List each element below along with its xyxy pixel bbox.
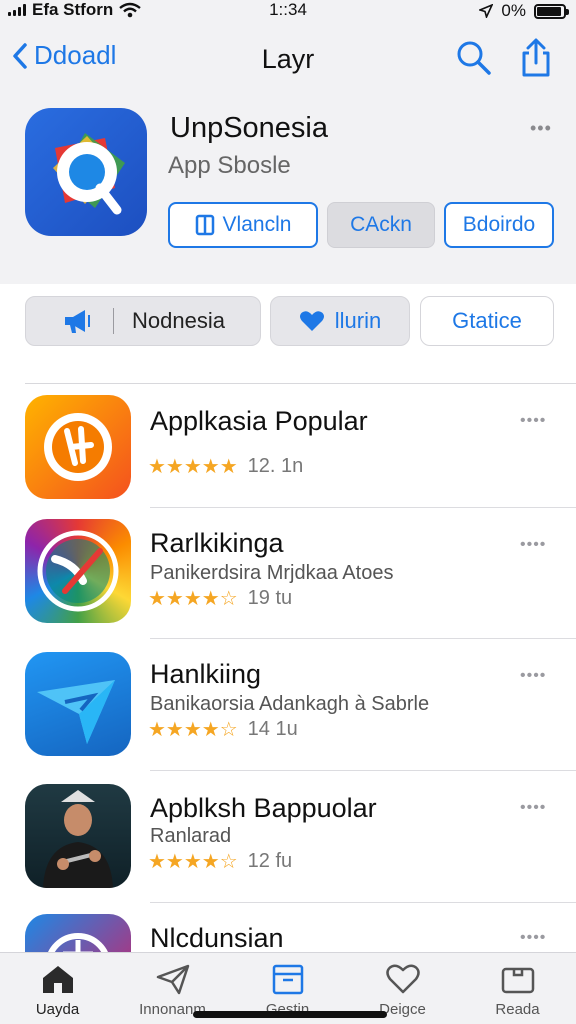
row-divider (150, 638, 576, 639)
nav-bar: Ddoadl Layr (0, 22, 576, 100)
app-icon-1 (25, 395, 131, 499)
hero-action-label-1: Vlancln (222, 213, 292, 236)
app-icon-3 (25, 652, 131, 756)
rating-count: 12. 1n (247, 455, 304, 477)
app-logo-graphic (53, 133, 125, 215)
app-rating: ★★★★☆ 19 tu (148, 586, 292, 611)
app-row-5[interactable]: Nlcdunsian •••• (0, 911, 576, 952)
chip-gtatice[interactable]: Gtatice (420, 296, 554, 346)
rating-count: 19 tu (247, 587, 293, 609)
hero-subtitle: App Sbosle (168, 152, 291, 179)
battery-icon (534, 3, 569, 19)
hero-action-button-3[interactable]: Bdoirdo (444, 202, 554, 248)
house-icon (42, 966, 73, 993)
star-rating-icon: ★★★★☆ (148, 588, 238, 610)
tab-reada[interactable]: Reada (460, 953, 575, 1024)
hero-action-label-2: CAckn (350, 213, 412, 236)
app-row-1[interactable]: Applkasia Popular ★★★★★ 12. 1n •••• (0, 392, 576, 522)
hero-action-button-1[interactable]: Vlancln (168, 202, 318, 248)
app-name: Nlcdunsian (150, 923, 284, 952)
battery-percent: 0% (501, 1, 526, 20)
chip-separator (113, 308, 115, 334)
more-options-icon[interactable]: •••• (520, 536, 546, 554)
hero-app-icon[interactable] (25, 108, 147, 236)
hero-action-label-3: Bdoirdo (462, 213, 536, 236)
app-icon-4-person-photo (25, 784, 131, 888)
status-bar: Efa Stforn 1::34 0% (0, 0, 576, 22)
app-row-3[interactable]: Hanlkiing Banikaorsia Adankagh à Sabrle … (0, 647, 576, 777)
heart-icon (299, 311, 324, 331)
location-arrow-icon (479, 4, 494, 18)
chip-label-llurin: llurin (334, 308, 382, 333)
star-rating-icon: ★★★★☆ (148, 851, 238, 873)
archive-box-icon (272, 964, 303, 995)
hero-action-button-2[interactable]: CAckn (327, 202, 435, 248)
chip-label-gtatice: Gtatice (452, 308, 522, 333)
folder-icon (501, 967, 534, 994)
paper-plane-icon (156, 964, 189, 995)
app-row-4[interactable]: Apblksh Bappuolar Ranlarad ★★★★☆ 12 fu •… (0, 779, 576, 909)
tab-home[interactable]: Uayda (0, 953, 115, 1024)
star-rating-icon: ★★★★★ (148, 456, 238, 478)
tab-label: Uayda (35, 1001, 80, 1018)
row-divider (150, 770, 576, 771)
app-description: Panikerdsira Mrjdkaa Atoes (150, 562, 394, 584)
app-row-2[interactable]: Rarlkikinga Panikerdsira Mrjdkaa Atoes ★… (0, 516, 576, 646)
section-divider (25, 383, 576, 384)
app-rating: ★★★★★ 12. 1n (148, 454, 303, 479)
rating-count: 14 1u (247, 718, 298, 740)
row-divider (150, 507, 576, 508)
heart-outline-icon (385, 964, 420, 994)
app-description: Ranlarad (150, 825, 232, 847)
more-options-icon[interactable]: •••• (520, 929, 546, 947)
search-button[interactable] (456, 40, 492, 81)
chip-label-nodnesia: Nodnesia (132, 308, 225, 333)
chip-nodnesia[interactable]: Nodnesia (25, 296, 261, 346)
rating-count: 12 fu (247, 850, 293, 872)
app-description: Banikaorsia Adankagh à Sabrle (150, 693, 430, 715)
more-options-icon[interactable]: •••• (520, 667, 546, 685)
app-name: Hanlkiing (150, 659, 262, 689)
more-options-icon[interactable]: •••• (520, 412, 546, 430)
hero-title: UnpSonesia (170, 112, 328, 144)
share-icon (522, 38, 550, 77)
home-indicator (193, 1011, 387, 1018)
chip-llurin[interactable]: llurin (270, 296, 410, 346)
app-icon-2 (25, 519, 131, 623)
book-icon (195, 214, 214, 236)
more-options-icon[interactable]: ••• (530, 118, 552, 139)
search-icon (457, 41, 491, 75)
star-rating-icon: ★★★★☆ (148, 719, 238, 741)
share-button[interactable] (520, 38, 552, 83)
megaphone-icon (65, 310, 91, 333)
row-divider (150, 902, 576, 903)
status-right: 0% (479, 1, 569, 21)
tab-label: Reada (495, 1001, 540, 1018)
app-name: Applkasia Popular (150, 406, 368, 436)
app-rating: ★★★★☆ 12 fu (148, 849, 292, 874)
app-icon-5 (25, 914, 131, 952)
more-options-icon[interactable]: •••• (520, 799, 546, 817)
app-name: Apblksh Bappuolar (150, 793, 377, 823)
app-rating: ★★★★☆ 14 1u (148, 717, 298, 742)
app-name: Rarlkikinga (150, 528, 284, 558)
